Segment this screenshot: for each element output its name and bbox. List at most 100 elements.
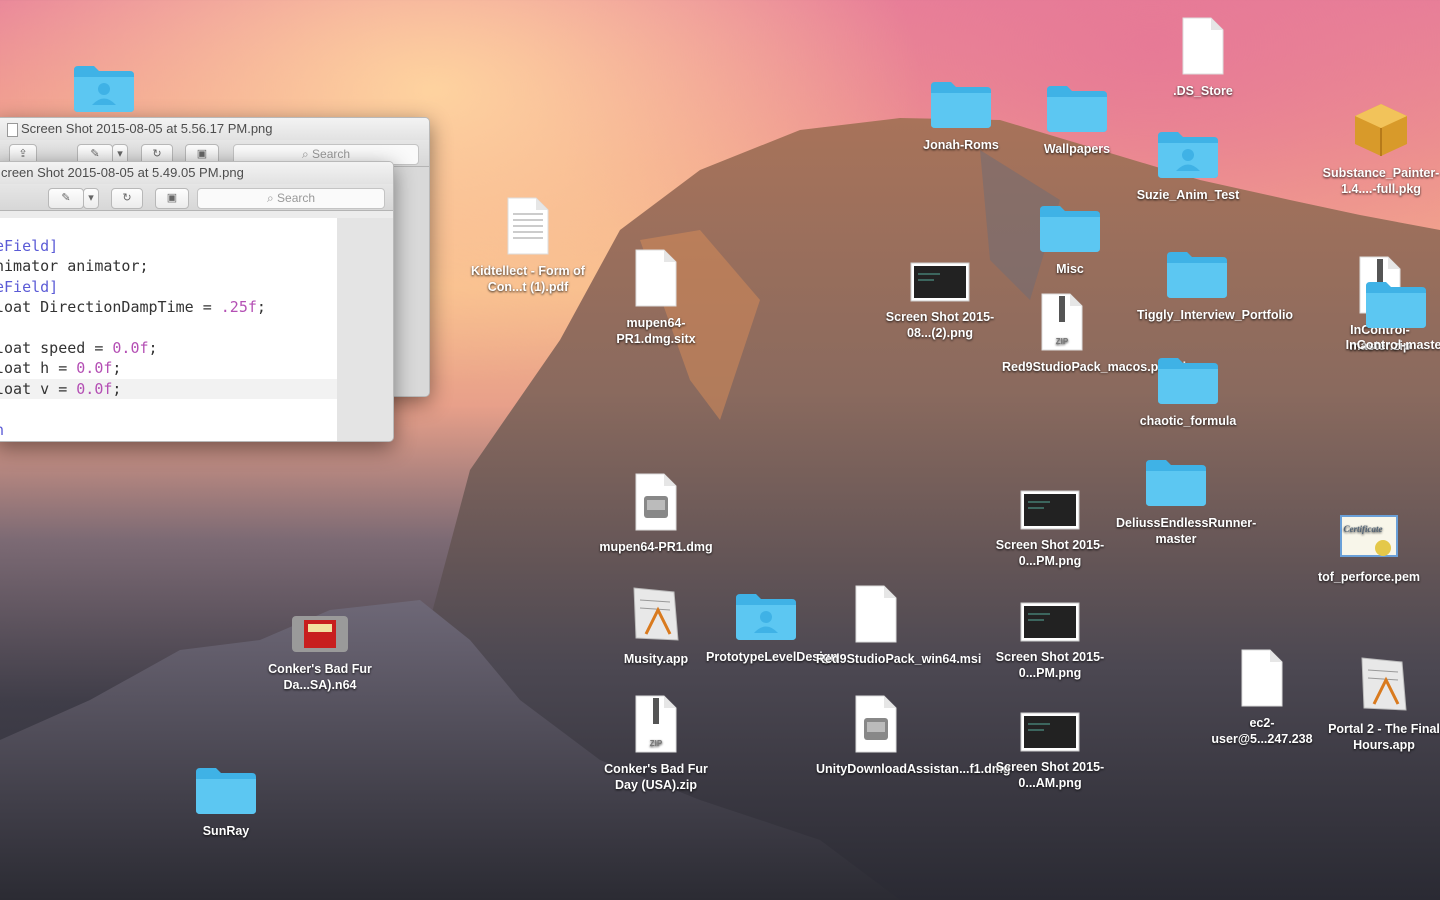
toolbox-button[interactable]: ▣ [155,188,189,209]
folder-icon [166,764,286,820]
user-folder-icon [706,590,826,646]
desktop-icon-label: Screen Shot 2015-0...AM.png [995,760,1105,790]
desktop-icon[interactable]: Misc [1010,202,1130,277]
screenshot-icon [990,490,1110,534]
desktop-icon[interactable]: mupen64-PR1.dmg.sitx [596,248,716,347]
screenshot-icon [990,712,1110,756]
desktop-icon-label: PrototypeLevelDesign [706,650,838,664]
search-icon: ⌕ [301,147,313,161]
desktop-icon[interactable]: Red9StudioPack_win64.msi [816,584,982,667]
desktop-icon[interactable]: Screen Shot 2015-0...PM.png [990,602,1110,681]
desktop-icon[interactable]: .DS_Store [1143,16,1263,99]
svg-text:ZIP: ZIP [650,739,663,748]
folder-icon [1116,456,1236,512]
desktop-icon-label: ec2-user@5...247.238 [1211,716,1313,746]
desktop-icon-label: Conker's Bad Fur Da...SA).n64 [268,662,372,692]
search-placeholder: Search [277,191,316,205]
search-field[interactable]: ⌕ Search [197,188,385,209]
code-line: loat speed = 0.0f; [0,338,158,357]
document-icon [7,123,18,137]
package-icon [1321,98,1440,162]
desktop-icon[interactable]: InControl-master [1336,278,1440,353]
desktop-icon[interactable] [44,62,164,121]
desktop-icon-label: Misc [1056,262,1084,276]
code-line: eField] [0,237,59,255]
desktop-icon[interactable]: Screen Shot 2015-0...PM.png [990,490,1110,569]
desktop-icon-label: Conker's Bad Fur Day (USA).zip [604,762,708,792]
desktop-icon-label: Red9StudioPack_win64.msi [816,652,982,666]
code-image: eField] nimator animator; eField] loat D… [0,218,337,441]
code-line: n [0,420,337,440]
app-icon [596,584,716,648]
desktop-icon[interactable]: ZIP Conker's Bad Fur Day (USA).zip [596,694,716,793]
window-titlebar[interactable]: Screen Shot 2015-08-05 at 5.56.17 PM.png [0,118,429,140]
desktop-icon[interactable]: Suzie_Anim_Test [1128,128,1248,203]
desktop-icon-label: Screen Shot 2015-08...(2).png [885,310,995,340]
desktop-icon-label: Screen Shot 2015-0...PM.png [995,538,1105,568]
desktop-icon[interactable]: SunRay [166,764,286,839]
desktop-icon[interactable]: Conker's Bad Fur Da...SA).n64 [260,610,380,693]
markup-button[interactable]: ✎ [48,188,84,209]
search-icon: ⌕ [266,191,278,205]
rotate-button[interactable]: ↻ [111,188,143,209]
folder-icon [1128,354,1248,410]
desktop-icon[interactable]: Wallpapers [1017,82,1137,157]
desktop-icon-label: mupen64-PR1.dmg.sitx [616,316,696,346]
svg-text:Certificate: Certificate [1344,524,1383,534]
desktop-icon[interactable]: Screen Shot 2015-0...AM.png [990,712,1110,791]
preview-window-front[interactable]: creen Shot 2015-08-05 at 5.49.05 PM.png … [0,161,394,442]
code-line: loat DirectionDampTime = .25f; [0,298,266,317]
zip-icon: ZIP [1002,292,1122,356]
desktop-icon-label: Kidtellect - Form of Con...t (1).pdf [471,264,585,294]
window-title: Screen Shot 2015-08-05 at 5.56.17 PM.png [21,121,273,136]
desktop-icon[interactable]: Musity.app [596,584,716,667]
scroll-area[interactable] [337,218,393,441]
document-icon [816,584,936,648]
desktop-icon[interactable]: PrototypeLevelDesign [706,590,838,665]
desktop-icon[interactable]: DeliussEndlessRunner-master [1116,456,1256,547]
desktop-icon-label: Substance_Painter-1.4....-full.pkg [1322,166,1440,196]
desktop-icon-label: SunRay [202,824,250,838]
window-toolbar: ✎ ▾ ↻ ▣ ⌕ Search [0,184,393,211]
desktop-icon[interactable]: mupen64-PR1.dmg [596,472,716,555]
desktop-icon-label: mupen64-PR1.dmg [599,540,713,554]
desktop-icon[interactable]: ZIP Red9StudioPack_macos.pkg.zip [1002,292,1194,375]
window-titlebar[interactable]: creen Shot 2015-08-05 at 5.49.05 PM.png [0,162,393,184]
search-placeholder: Search [312,147,351,161]
disk-image-icon [596,472,716,536]
desktop-icon[interactable]: Screen Shot 2015-08...(2).png [880,262,1000,341]
folder-icon [1017,82,1137,138]
desktop-icon[interactable]: Jonah-Roms [901,78,1021,153]
desktop-icon[interactable]: Portal 2 - The Final Hours.app [1324,654,1440,753]
desktop-icon-label: .DS_Store [1173,84,1233,98]
desktop-icon[interactable]: chaotic_formula [1128,354,1248,429]
disk-image-icon [816,694,936,758]
folder-icon [1336,278,1440,334]
code-line: loat h = 0.0f; [0,359,122,378]
document-icon [596,248,716,312]
desktop-icon-label: Musity.app [623,652,689,666]
cartridge-icon [260,610,380,658]
desktop-icon[interactable]: Tiggly_Interview_Portfolio [1137,248,1293,323]
desktop-icon-label: tof_perforce.pem [1317,570,1421,584]
desktop-icon[interactable]: ec2-user@5...247.238 [1202,648,1322,747]
certificate-icon: Certificate [1309,514,1429,566]
code-line: eField] [0,277,59,296]
desktop-icon-label: Screen Shot 2015-0...PM.png [995,650,1105,680]
desktop-icon-label: InControl-master [1345,338,1440,352]
desktop-icon-label: Portal 2 - The Final Hours.app [1328,722,1440,752]
desktop-icon-label: Suzie_Anim_Test [1136,188,1240,202]
document-icon [1202,648,1322,712]
zip-icon: ZIP [596,694,716,758]
folder-icon [1010,202,1130,258]
markup-dropdown-button[interactable]: ▾ [83,188,99,209]
desktop-icon-label: Wallpapers [1043,142,1111,156]
desktop-icon[interactable]: Substance_Painter-1.4....-full.pkg [1321,98,1440,197]
desktop-icon[interactable]: Kidtellect - Form of Con...t (1).pdf [468,196,588,295]
document-icon [1143,16,1263,80]
desktop-icon[interactable]: UnityDownloadAssistan...f1.dmg [816,694,1010,777]
svg-text:ZIP: ZIP [1056,337,1069,346]
desktop-icon[interactable]: Certificate tof_perforce.pem [1309,514,1429,585]
